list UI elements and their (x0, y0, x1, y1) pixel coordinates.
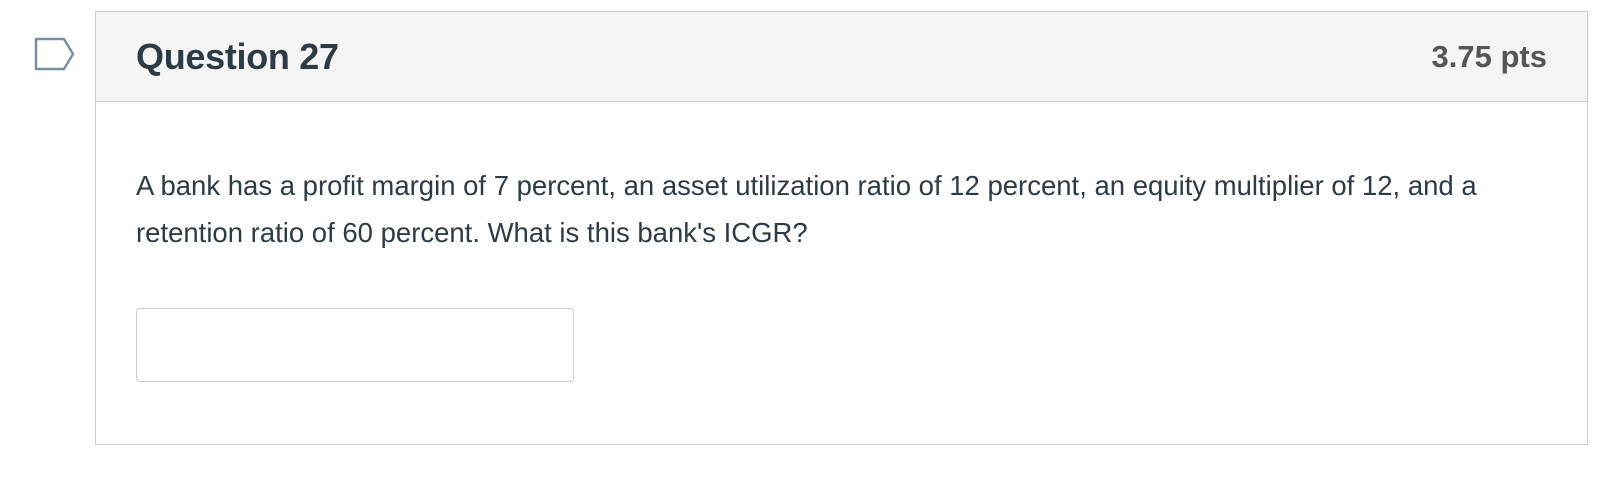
question-points: 3.75 pts (1431, 38, 1547, 74)
question-title: Question 27 (136, 35, 339, 77)
flag-question-icon[interactable] (34, 37, 76, 71)
question-text: A bank has a profit margin of 7 percent,… (136, 170, 1477, 248)
question-card: Question 27 3.75 pts A bank has a profit… (95, 11, 1588, 445)
question-header: Question 27 3.75 pts (96, 12, 1587, 102)
answer-input[interactable] (136, 308, 574, 382)
question-body: A bank has a profit margin of 7 percent,… (96, 102, 1587, 382)
